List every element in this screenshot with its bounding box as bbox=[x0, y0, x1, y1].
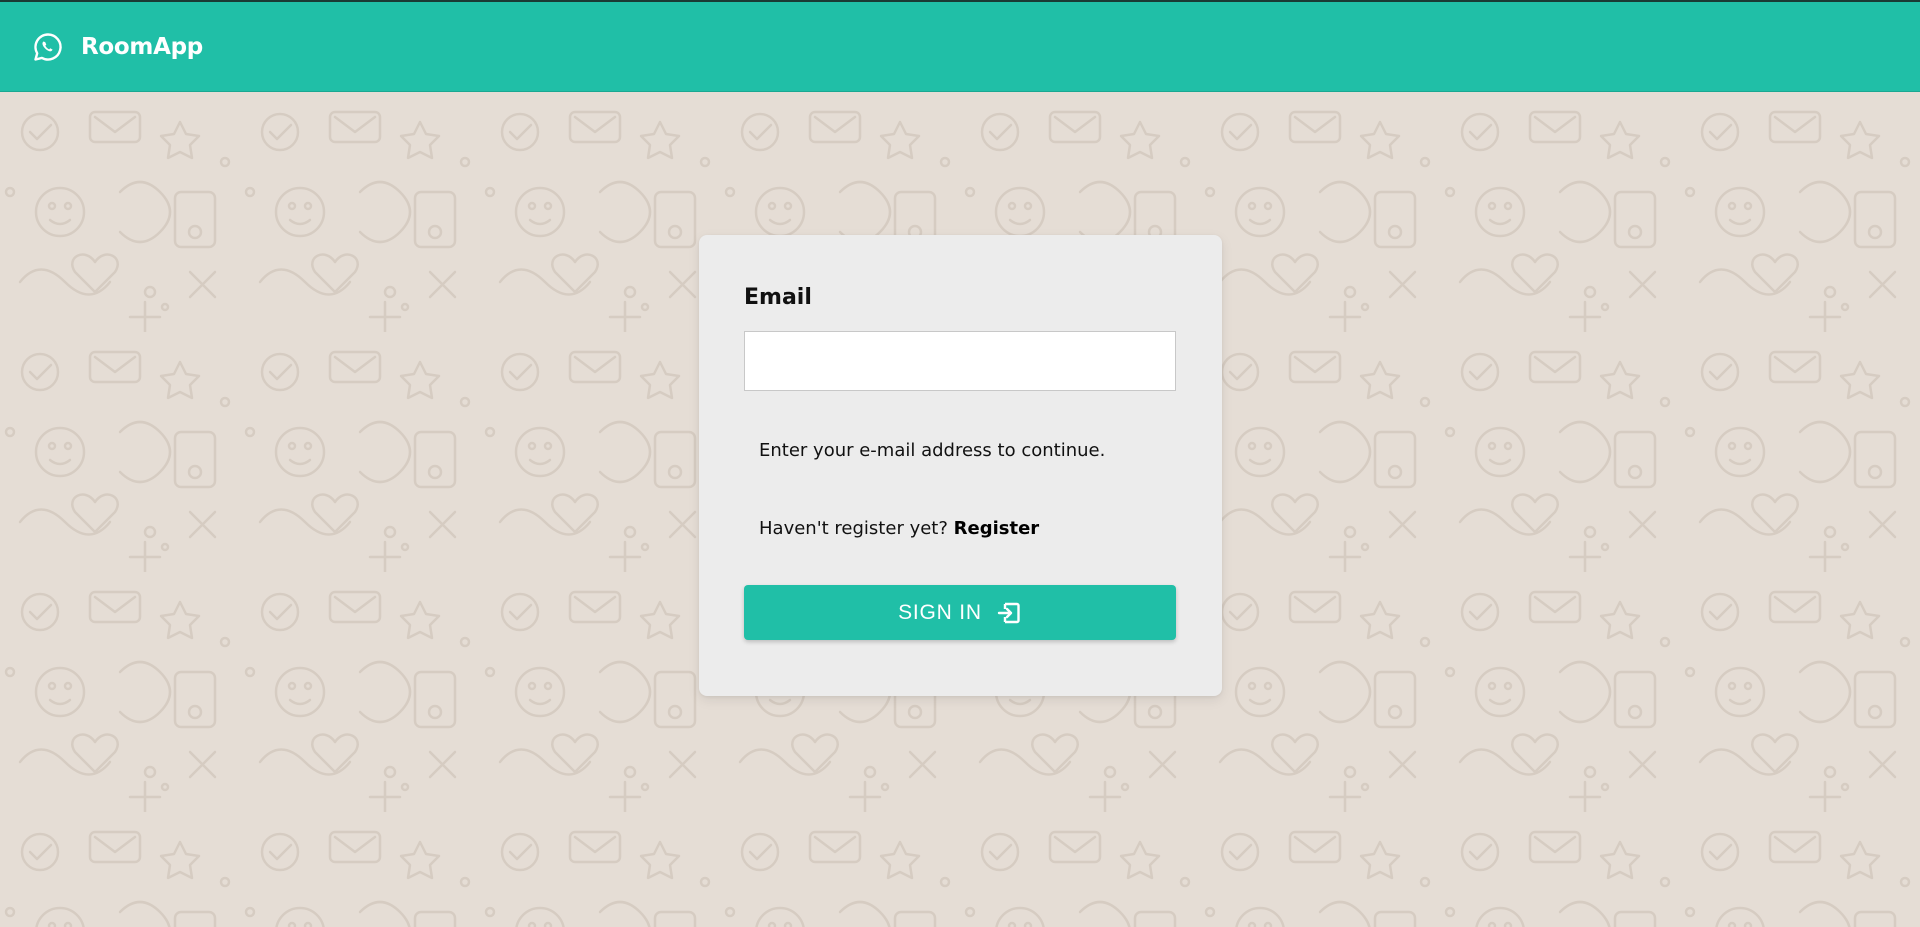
login-card: Email Enter your e-mail address to conti… bbox=[699, 235, 1222, 696]
app-header: RoomApp bbox=[0, 2, 1920, 92]
sign-in-icon bbox=[996, 600, 1022, 626]
sign-in-label: SIGN IN bbox=[898, 600, 982, 624]
register-link[interactable]: Register bbox=[954, 518, 1040, 539]
whatsapp-chat-icon bbox=[32, 31, 64, 63]
email-input[interactable] bbox=[744, 331, 1176, 391]
app-title: RoomApp bbox=[81, 33, 203, 60]
sign-in-button[interactable]: SIGN IN bbox=[744, 585, 1176, 640]
email-label: Email bbox=[744, 285, 812, 310]
register-prompt: Haven't register yet? bbox=[759, 518, 948, 539]
register-prompt-line: Haven't register yet? Register bbox=[759, 518, 1039, 539]
helper-text: Enter your e-mail address to continue. bbox=[759, 440, 1106, 461]
